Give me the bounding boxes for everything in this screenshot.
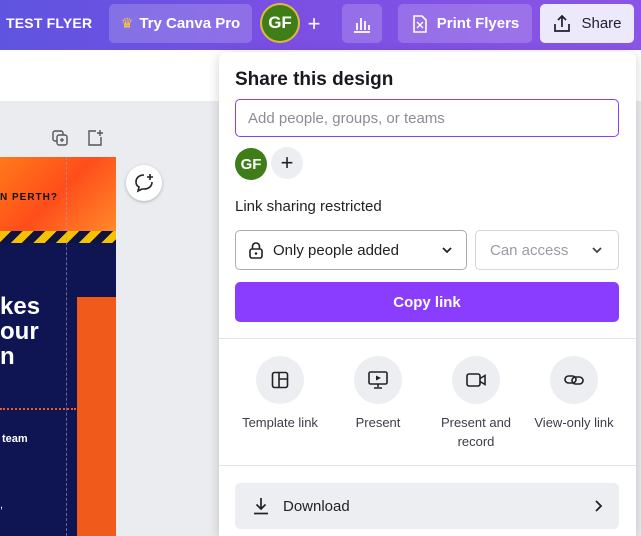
flyer-orange-panel: [77, 297, 116, 536]
insights-button[interactable]: [342, 4, 382, 43]
template-icon: [271, 371, 289, 389]
comment-plus-icon: [135, 174, 153, 193]
link-access-value: Only people added: [273, 241, 399, 259]
share-panel: Share this design GF + Link sharing rest…: [219, 52, 636, 536]
flyer-headline-line: our: [0, 318, 39, 345]
permission-dropdown: Can access: [475, 230, 619, 270]
flyer-team-text: team: [2, 433, 28, 445]
try-pro-label: Try Canva Pro: [139, 15, 241, 32]
present-label: Present: [355, 415, 401, 430]
bar-chart-icon: [354, 17, 370, 33]
present-button[interactable]: [354, 356, 402, 404]
plus-icon: +: [280, 150, 294, 175]
add-comment-button[interactable]: [126, 165, 162, 201]
project-title[interactable]: TEST FLYER: [6, 15, 92, 31]
record-icon: [466, 373, 486, 387]
present-and-record-button[interactable]: [452, 356, 500, 404]
add-collaborator-button[interactable]: +: [271, 147, 303, 179]
link-access-dropdown[interactable]: Only people added: [235, 230, 467, 270]
permission-value: Can access: [490, 241, 569, 259]
link-sharing-label: Link sharing restricted: [235, 198, 382, 215]
template-link-label: Template link: [242, 415, 318, 430]
chevron-down-icon: [442, 247, 452, 254]
flyer-preview[interactable]: N PERTH? kes our n team ,: [0, 157, 116, 536]
duplicate-page-icon[interactable]: [51, 129, 69, 147]
link-icon: [564, 375, 584, 385]
flyer-comma-text: ,: [0, 499, 4, 511]
present-and-record-label: Present and record: [440, 415, 512, 449]
present-option[interactable]: Present: [329, 356, 427, 432]
copy-link-button[interactable]: Copy link: [235, 282, 619, 322]
upload-icon: [554, 14, 571, 32]
share-label: Share: [581, 15, 622, 32]
print-flyers-button[interactable]: Print Flyers: [398, 4, 532, 43]
chevron-down-icon: [592, 247, 602, 254]
divider: [219, 465, 636, 466]
print-flyers-label: Print Flyers: [436, 15, 520, 32]
flyer-perth-text: N PERTH?: [0, 192, 58, 203]
lock-icon: [249, 242, 263, 259]
divider: [219, 338, 636, 339]
view-only-link-button[interactable]: [550, 356, 598, 404]
collaborator-avatar[interactable]: GF: [235, 148, 267, 180]
share-button[interactable]: Share: [540, 4, 634, 43]
chevron-right-icon: [595, 500, 603, 512]
flyer-dotted-divider: [0, 408, 76, 410]
present-and-record-option[interactable]: Present and record: [427, 356, 525, 451]
template-link-option[interactable]: Template link: [231, 356, 329, 432]
print-document-icon: [412, 14, 427, 33]
present-icon: [368, 371, 388, 389]
flyer-headline-line: n: [0, 343, 15, 370]
share-panel-title: Share this design: [235, 69, 394, 90]
view-only-link-option[interactable]: View-only link: [525, 356, 623, 432]
view-only-link-label: View-only link: [534, 415, 614, 430]
flyer-headline-line: kes: [0, 293, 41, 320]
try-canva-pro-button[interactable]: ♛ Try Canva Pro: [109, 4, 252, 43]
flyer-headline: kes our n: [0, 294, 40, 369]
add-page-icon[interactable]: [86, 129, 104, 147]
top-bar: TEST FLYER ♛ Try Canva Pro GF + Print Fl…: [0, 0, 641, 50]
crown-icon: ♛: [120, 15, 134, 31]
flyer-hazard-stripes: [0, 231, 116, 243]
download-icon: [254, 498, 268, 515]
plus-icon: +: [307, 11, 321, 36]
guide-line: [66, 157, 67, 536]
user-avatar[interactable]: GF: [262, 5, 298, 41]
download-button[interactable]: Download: [235, 483, 619, 529]
download-label: Download: [283, 497, 350, 515]
add-people-input[interactable]: [235, 99, 619, 137]
invite-plus-button[interactable]: +: [298, 8, 330, 40]
template-link-button[interactable]: [256, 356, 304, 404]
